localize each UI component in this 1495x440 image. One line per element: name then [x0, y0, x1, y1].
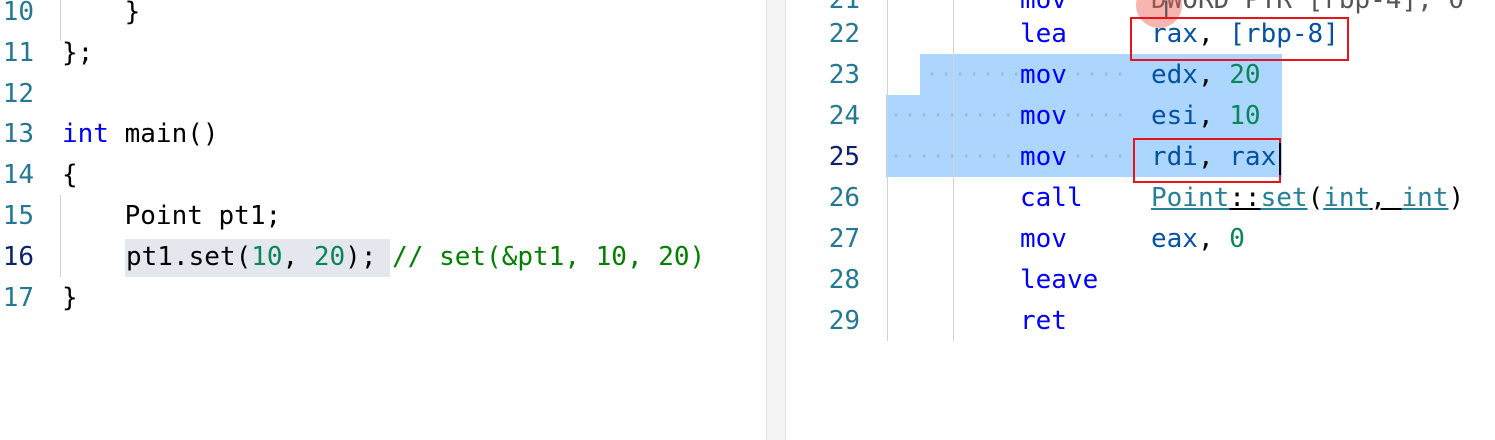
line-number: 23 [828, 60, 860, 90]
asm-operands: esi, 10 [1151, 96, 1261, 137]
asm-opcode: ret [1020, 306, 1067, 336]
source-line[interactable]: 10 } [0, 0, 766, 33]
asm-line[interactable]: 26 call Point::set(int, int) [786, 178, 1495, 219]
line-number: 10 [2, 0, 34, 27]
register: eax [1151, 224, 1198, 254]
immediate: 20 [1229, 60, 1261, 90]
pane-splitter[interactable] [766, 0, 786, 440]
paren-close: ) [1448, 183, 1465, 213]
assembly-editor[interactable]: ······· ·········· ·········· ···· ···· … [786, 0, 1495, 440]
line-number: 25 [828, 142, 860, 172]
paren-open: ( [1307, 183, 1324, 213]
source-line[interactable]: 16 pt1.set(10, 20); // set(&pt1, 10, 20) [0, 237, 766, 278]
comment: // set(&pt1, 10, 20) [376, 242, 706, 272]
source-line[interactable]: 13 int main() [0, 114, 766, 155]
call-close: ); [345, 242, 377, 272]
asm-line[interactable]: 28 leave [786, 260, 1495, 301]
asm-opcode: mov [1020, 224, 1067, 254]
asm-line[interactable]: 24 mov esi, 10 [786, 96, 1495, 137]
operand-separator: , [1197, 60, 1230, 90]
arg-10: 10 [251, 242, 283, 272]
arg-separator: , [282, 242, 314, 272]
asm-opcode: mov [1020, 142, 1067, 172]
source-line[interactable]: 17 } [0, 278, 766, 319]
operand-separator: , [1197, 224, 1230, 254]
line-number: 12 [2, 79, 34, 109]
scope-operator: :: [1229, 183, 1261, 213]
code-text: } [62, 283, 78, 313]
call-target[interactable]: Point::set(int, int) [1151, 178, 1464, 219]
line-number: 27 [828, 224, 860, 254]
asm-line[interactable]: 23 mov edx, 20 [786, 55, 1495, 96]
keyword-int: int [62, 119, 109, 149]
asm-line[interactable]: 29 ret [786, 301, 1495, 342]
code-text: }; [62, 38, 94, 68]
source-line[interactable]: 12 [0, 74, 766, 115]
asm-opcode: mov [1020, 60, 1067, 90]
asm-line[interactable]: 27 mov eax, 0 [786, 219, 1495, 260]
asm-opcode: lea [1020, 19, 1067, 49]
line-number: 22 [828, 19, 860, 49]
line-number: 28 [828, 265, 860, 295]
call-prefix: pt1.set( [126, 242, 252, 272]
arg-20: 20 [313, 242, 346, 272]
function-link[interactable]: set [1261, 183, 1308, 213]
source-line[interactable]: 15 Point pt1; [0, 196, 766, 237]
line-number: 29 [828, 306, 860, 336]
operand-separator: , [1197, 101, 1230, 131]
param-type: int [1323, 183, 1371, 213]
annotation-box-rax-rbp8 [1130, 17, 1349, 61]
line-number: 14 [2, 160, 34, 190]
asm-opcode: call [1020, 183, 1083, 213]
register: edx [1151, 60, 1198, 90]
code-text: { [62, 160, 78, 190]
line-number: 17 [2, 283, 34, 313]
asm-operands: edx, 20 [1151, 55, 1261, 96]
code-text: } [62, 0, 141, 27]
code-text: pt1.set(10, 20); // set(&pt1, 10, 20) [126, 237, 705, 278]
param-type: int [1401, 183, 1449, 213]
class-link[interactable]: Point [1151, 183, 1229, 213]
main-signature: main() [108, 119, 219, 149]
immediate: 0 [1229, 224, 1245, 254]
code-text: Point pt1; [62, 201, 282, 231]
source-line[interactable]: 14 { [0, 155, 766, 196]
source-line[interactable]: 11 }; [0, 33, 766, 74]
code-text: int main() [62, 114, 219, 155]
asm-opcode: leave [1020, 265, 1099, 295]
immediate: 10 [1229, 101, 1261, 131]
asm-operands: eax, 0 [1151, 219, 1245, 260]
line-number: 11 [2, 38, 34, 68]
line-number: 24 [828, 101, 860, 131]
register: esi [1151, 101, 1198, 131]
text-caret [1279, 143, 1281, 175]
asm-opcode: mov [1020, 101, 1067, 131]
line-number: 16 [2, 242, 34, 272]
line-number: 15 [2, 201, 34, 231]
annotation-box-rdi-rax [1133, 138, 1281, 183]
line-number: 26 [828, 183, 860, 213]
line-number: 13 [2, 119, 34, 149]
param-separator: , [1370, 183, 1402, 213]
source-editor[interactable]: 10 } 11 }; 12 13 int main() 14 { 15 Poin… [0, 0, 766, 440]
